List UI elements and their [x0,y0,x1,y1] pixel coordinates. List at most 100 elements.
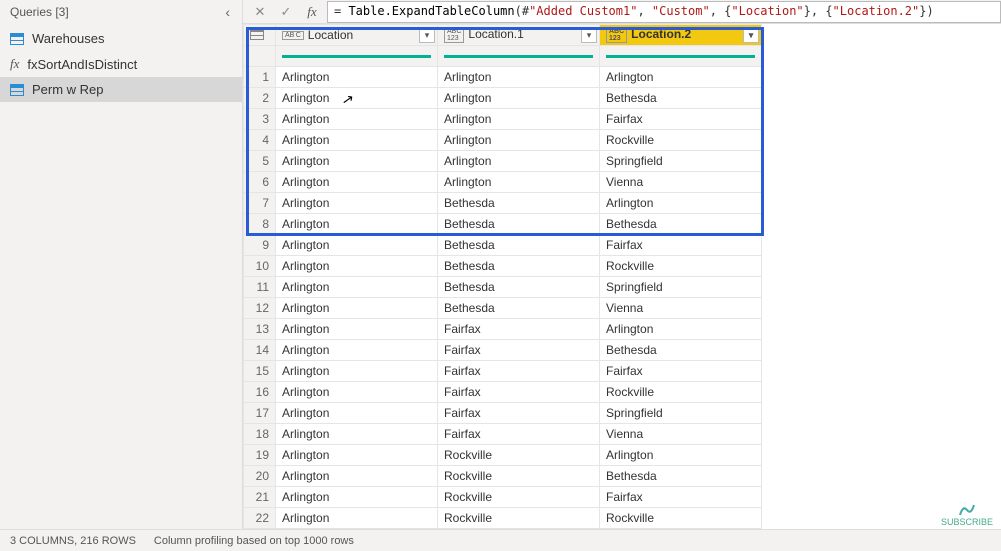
table-row[interactable]: 17ArlingtonFairfaxSpringfield [244,403,762,424]
cell[interactable]: Arlington [276,466,438,487]
cell[interactable]: Arlington [276,109,438,130]
table-row[interactable]: 15ArlingtonFairfaxFairfax [244,361,762,382]
cell[interactable]: Rockville [600,130,762,151]
column-header-location-1[interactable]: ABC 123Location.1▾ [438,25,600,46]
table-row[interactable]: 7ArlingtonBethesdaArlington [244,193,762,214]
cell[interactable]: Bethesda [600,214,762,235]
formula-input[interactable]: = Table.ExpandTableColumn(#"Added Custom… [327,1,1001,23]
row-number[interactable]: 15 [244,361,276,382]
cell[interactable]: Rockville [600,256,762,277]
row-number[interactable]: 11 [244,277,276,298]
cell[interactable]: Arlington [276,88,438,109]
cell[interactable]: Arlington [276,256,438,277]
collapse-queries-icon[interactable]: ‹ [221,4,234,20]
table-row[interactable]: 6ArlingtonArlingtonVienna [244,172,762,193]
select-all-corner[interactable] [244,25,276,46]
cell[interactable]: Arlington [276,235,438,256]
table-row[interactable]: 2ArlingtonArlingtonBethesda [244,88,762,109]
cell[interactable]: Fairfax [600,109,762,130]
cell[interactable]: Arlington [276,382,438,403]
cell[interactable]: Arlington [438,67,600,88]
cell[interactable]: Bethesda [438,277,600,298]
cell[interactable]: Rockville [438,508,600,529]
cell[interactable]: Arlington [276,424,438,445]
column-filter-button[interactable]: ▾ [581,27,597,43]
row-number[interactable]: 4 [244,130,276,151]
row-number[interactable]: 21 [244,487,276,508]
cell[interactable]: Arlington [276,319,438,340]
cell[interactable]: Bethesda [438,235,600,256]
cell[interactable]: Springfield [600,277,762,298]
cell[interactable]: Bethesda [600,466,762,487]
table-row[interactable]: 19ArlingtonRockvilleArlington [244,445,762,466]
table-row[interactable]: 8ArlingtonBethesdaBethesda [244,214,762,235]
cell[interactable]: Arlington [276,214,438,235]
cell[interactable]: Bethesda [438,256,600,277]
cell[interactable]: Fairfax [438,319,600,340]
cell[interactable]: Arlington [276,445,438,466]
cell[interactable]: Arlington [276,487,438,508]
cell[interactable]: Arlington [276,403,438,424]
row-number[interactable]: 7 [244,193,276,214]
row-number[interactable]: 20 [244,466,276,487]
row-number[interactable]: 12 [244,298,276,319]
query-item-warehouses[interactable]: Warehouses [0,26,242,51]
cell[interactable]: Fairfax [438,361,600,382]
cell[interactable]: Rockville [438,445,600,466]
cell[interactable]: Fairfax [438,340,600,361]
row-number[interactable]: 19 [244,445,276,466]
cell[interactable]: Arlington [276,67,438,88]
cell[interactable]: Vienna [600,298,762,319]
cell[interactable]: Rockville [438,466,600,487]
cell[interactable]: Fairfax [600,487,762,508]
column-filter-button[interactable]: ▾ [743,27,759,43]
cell[interactable]: Arlington [276,340,438,361]
cell[interactable]: Rockville [600,382,762,403]
row-number[interactable]: 5 [244,151,276,172]
row-number[interactable]: 14 [244,340,276,361]
cell[interactable]: Bethesda [438,193,600,214]
table-row[interactable]: 11ArlingtonBethesdaSpringfield [244,277,762,298]
row-number[interactable]: 13 [244,319,276,340]
table-row[interactable]: 13ArlingtonFairfaxArlington [244,319,762,340]
query-item-perm-w-rep[interactable]: Perm w Rep [0,77,242,102]
cell[interactable]: Arlington [276,361,438,382]
cell[interactable]: Arlington [438,172,600,193]
cell[interactable]: Arlington [276,277,438,298]
cell[interactable]: Fairfax [438,403,600,424]
table-row[interactable]: 22ArlingtonRockvilleRockville [244,508,762,529]
cell[interactable]: Arlington [438,151,600,172]
cell[interactable]: Arlington [600,193,762,214]
cell[interactable]: Arlington [438,88,600,109]
row-number[interactable]: 9 [244,235,276,256]
cell[interactable]: Arlington [438,109,600,130]
row-number[interactable]: 18 [244,424,276,445]
table-row[interactable]: 18ArlingtonFairfaxVienna [244,424,762,445]
table-row[interactable]: 5ArlingtonArlingtonSpringfield [244,151,762,172]
query-item-fxsortandisdistinct[interactable]: fxfxSortAndIsDistinct [0,51,242,77]
cell[interactable]: Arlington [276,172,438,193]
table-row[interactable]: 12ArlingtonBethesdaVienna [244,298,762,319]
column-header-location-2[interactable]: ABC 123Location.2▾ [600,25,762,46]
cell[interactable]: Springfield [600,403,762,424]
cell[interactable]: Fairfax [600,361,762,382]
cancel-formula-button[interactable]: ✕ [249,2,271,22]
row-number[interactable]: 16 [244,382,276,403]
cell[interactable]: Bethesda [438,298,600,319]
table-row[interactable]: 1ArlingtonArlingtonArlington [244,67,762,88]
table-row[interactable]: 10ArlingtonBethesdaRockville [244,256,762,277]
row-number[interactable]: 1 [244,67,276,88]
row-number[interactable]: 6 [244,172,276,193]
row-number[interactable]: 2 [244,88,276,109]
table-row[interactable]: 4ArlingtonArlingtonRockville [244,130,762,151]
column-filter-button[interactable]: ▾ [419,27,435,43]
cell[interactable]: Arlington [600,445,762,466]
row-number[interactable]: 17 [244,403,276,424]
cell[interactable]: Arlington [276,193,438,214]
row-number[interactable]: 22 [244,508,276,529]
cell[interactable]: Arlington [276,151,438,172]
column-header-location[interactable]: AB CLocation▾ [276,25,438,46]
fx-icon[interactable]: fx [301,2,323,22]
data-grid[interactable]: ↖ AB CLocation▾ABC 123Location.1▾ABC 123… [243,24,1001,529]
cell[interactable]: Arlington [438,130,600,151]
